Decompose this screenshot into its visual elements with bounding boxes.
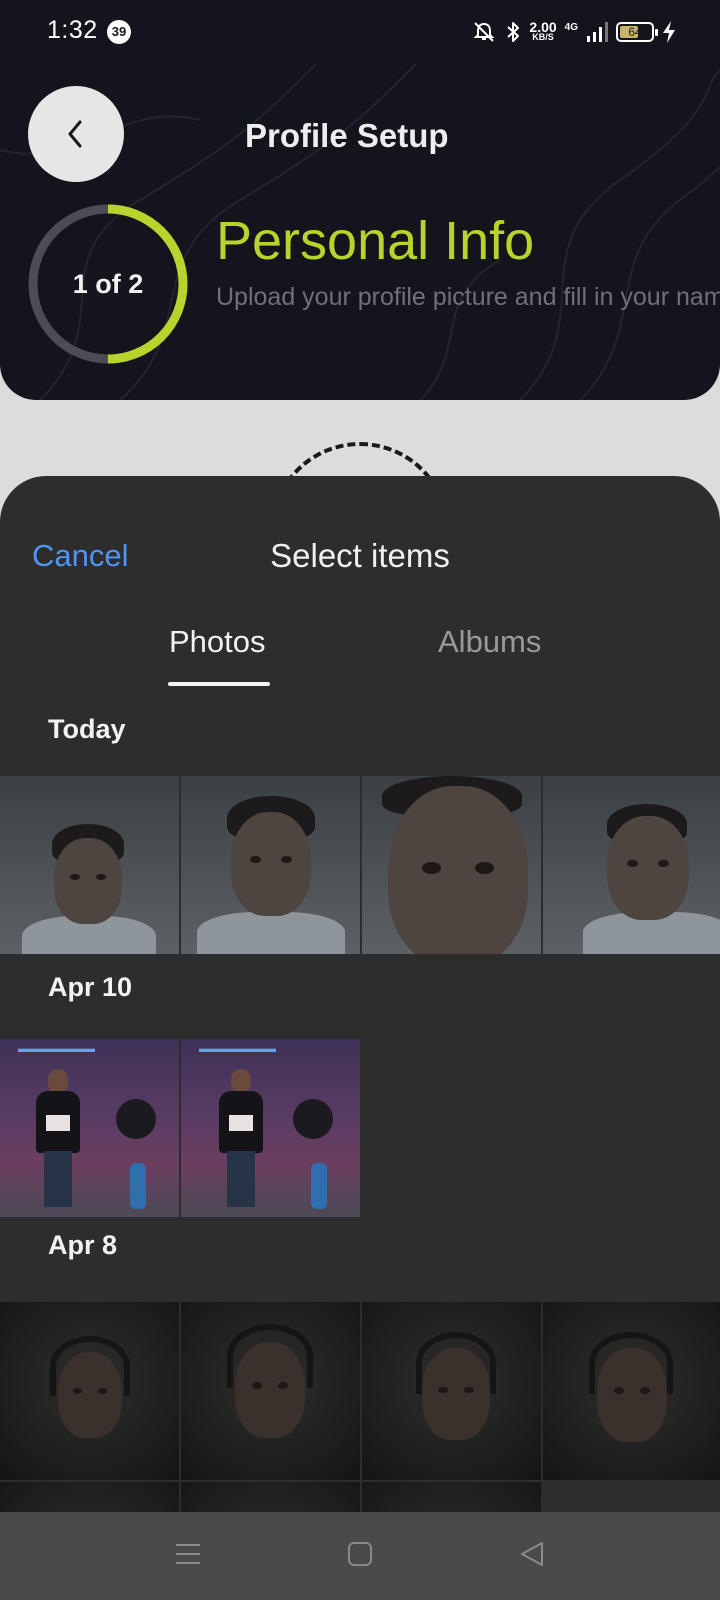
home-icon: [348, 1542, 372, 1566]
picker-title: Select items: [270, 537, 450, 574]
photo-thumbnail[interactable]: [181, 776, 360, 954]
menu-icon: [176, 1544, 200, 1564]
section-description: Upload your profile picture and fill in …: [216, 283, 720, 311]
photo-row-today: [0, 776, 720, 956]
step-counter: 1 of 2: [72, 269, 144, 299]
status-time: 1:32: [47, 16, 98, 44]
chevron-left-icon: [68, 120, 82, 148]
date-header-today: Today: [48, 714, 126, 744]
tab-albums[interactable]: Albums: [438, 624, 541, 660]
photo-thumbnail[interactable]: [362, 776, 541, 954]
network-speed-unit: KB/S: [532, 32, 554, 42]
section-title: Personal Info: [216, 211, 535, 271]
photo-thumbnail[interactable]: [181, 1302, 360, 1480]
photo-thumbnail[interactable]: [543, 776, 720, 954]
home-button[interactable]: [340, 1534, 380, 1574]
poster-banner: ▬▬▬▬▬▬▬: [18, 1043, 95, 1055]
photo-row-partial: [0, 1482, 720, 1512]
page-title: Profile Setup: [245, 117, 449, 154]
photo-thumbnail[interactable]: [181, 1482, 360, 1512]
photo-thumbnail[interactable]: [0, 776, 179, 954]
mute-icon: [473, 22, 495, 42]
photo-thumbnail[interactable]: [362, 1302, 541, 1480]
photo-thumbnail[interactable]: ▬▬▬▬▬▬▬: [0, 1039, 179, 1217]
signal-icon: [587, 22, 608, 42]
charging-icon: [663, 21, 675, 43]
notification-count-badge: 39: [107, 20, 131, 44]
network-speed: 2.00 KB/S: [529, 19, 557, 42]
network-type: 4G: [564, 21, 578, 33]
back-triangle-icon: [521, 1542, 543, 1566]
status-icons: 2.00 KB/S 4G 64: [471, 18, 676, 46]
battery-cap: [655, 29, 658, 36]
photo-thumbnail[interactable]: [0, 1302, 179, 1480]
active-tab-indicator: [168, 682, 270, 686]
photo-thumbnail[interactable]: [362, 1482, 541, 1512]
recent-apps-button[interactable]: [168, 1534, 208, 1574]
bluetooth-icon: [507, 22, 520, 42]
photo-thumbnail[interactable]: ▬▬▬▬▬▬▬: [181, 1039, 360, 1217]
photo-row-apr-10: ▬▬▬▬▬▬▬ ▬▬▬▬▬▬▬: [0, 1039, 720, 1219]
photo-row-apr-8: [0, 1302, 720, 1482]
photo-thumbnail[interactable]: [0, 1482, 179, 1512]
date-header-apr-8: Apr 8: [48, 1230, 118, 1260]
tab-photos[interactable]: Photos: [169, 624, 266, 660]
date-header-apr-10: Apr 10: [48, 972, 133, 1002]
poster-banner: ▬▬▬▬▬▬▬: [199, 1043, 276, 1055]
back-nav-button[interactable]: [512, 1534, 552, 1574]
battery-icon: 64: [616, 22, 658, 42]
battery-level: 64: [628, 25, 642, 39]
system-nav-bar: [0, 1512, 720, 1600]
back-button[interactable]: [28, 86, 124, 182]
photo-picker-sheet: Cancel Select items Photos Albums Today …: [0, 476, 720, 1512]
network-speed-value: 2.00: [529, 19, 557, 35]
status-bar: 1:32 39 2.00 KB/S 4G 64: [0, 0, 720, 64]
photo-thumbnail[interactable]: [543, 1302, 720, 1480]
